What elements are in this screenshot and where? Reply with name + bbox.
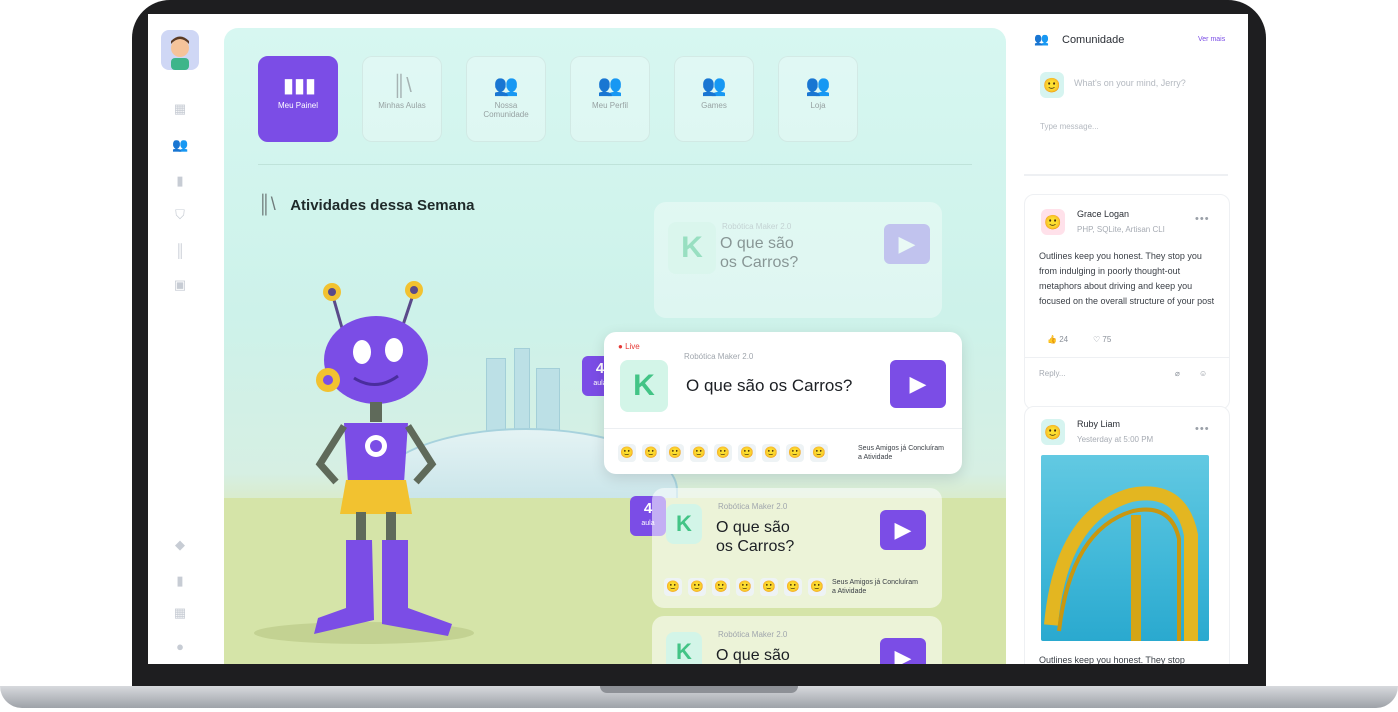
nav-meu-perfil[interactable]: 👥 Meu Perfil — [570, 56, 650, 142]
see-more-link[interactable]: Ver mais — [1198, 36, 1225, 43]
activity-card[interactable]: K Robótica Maker 2.0 O que são os Carros?… — [654, 202, 942, 318]
section-heading: ║\ Atividades dessa Semana — [258, 194, 475, 214]
nav-games[interactable]: 👥 Games — [674, 56, 754, 142]
bar-chart-icon[interactable]: ▮ — [172, 574, 188, 588]
composer-input[interactable]: What's on your mind, Jerry? — [1074, 78, 1186, 88]
play-button[interactable]: ▶ — [884, 224, 930, 264]
heart-count[interactable]: ♡ 75 — [1093, 335, 1111, 344]
more-options-icon[interactable]: ••• — [1195, 213, 1210, 225]
like-count[interactable]: 👍 24 — [1047, 335, 1068, 344]
post-card: 🙂 Ruby Liam Yesterday at 5:00 PM ••• Out… — [1024, 406, 1230, 664]
course-logo: K — [666, 632, 702, 664]
divider — [258, 164, 972, 165]
reply-input[interactable]: Reply... — [1039, 369, 1066, 378]
message-input[interactable]: Type message... — [1040, 122, 1099, 131]
thumbs-up-icon: 👍 — [1047, 335, 1057, 344]
main-panel: ▮▮▮ Meu Painel ║\ Minhas Aulas 👥 Nossa C… — [224, 28, 1006, 664]
language-flag-icon[interactable]: ● — [172, 640, 188, 654]
nav-loja[interactable]: 👥 Loja — [778, 56, 858, 142]
app-screen: ▦ 👥 ▮ ⛉ ║ ▣ ◆ ▮ ▦ ● ▮▮▮ Meu Painel ║\ Mi… — [148, 14, 1248, 664]
activity-card[interactable]: K Robótica Maker 2.0 O que são os Carros?… — [652, 488, 942, 608]
live-indicator: ● Live — [618, 342, 640, 351]
friend-avatars: 🙂 🙂 🙂 🙂 🙂 🙂 🙂 🙂 🙂 — [618, 444, 828, 462]
bar-chart-icon: ▮▮▮ — [283, 75, 317, 97]
community-panel: 👥 Comunidade Ver mais 🙂 What's on your m… — [1020, 14, 1248, 664]
users-icon: 👥 — [597, 75, 623, 97]
notification-icon[interactable]: ◆ — [172, 538, 188, 552]
nav-nossa-comunidade[interactable]: 👥 Nossa Comunidade — [466, 56, 546, 142]
attach-icon[interactable]: ⌀ — [1175, 369, 1180, 378]
grid-icon[interactable]: ▦ — [172, 606, 188, 620]
books-icon: ║\ — [258, 194, 276, 214]
course-logo: K — [666, 504, 702, 544]
grid-icon[interactable]: ▦ — [172, 102, 188, 116]
friend-avatars: 🙂 🙂 🙂 🙂 🙂 🙂 🙂 — [664, 578, 826, 596]
course-logo: K — [620, 360, 668, 412]
roller-coaster-photo — [1041, 455, 1209, 641]
nav-meu-painel[interactable]: ▮▮▮ Meu Painel — [258, 56, 338, 142]
shield-icon[interactable]: ⛉ — [172, 208, 188, 222]
users-icon: 👥 — [493, 75, 519, 97]
course-logo: K — [668, 222, 716, 274]
laptop-base — [0, 686, 1398, 708]
users-icon: 👥 — [805, 75, 831, 97]
users-icon: 👥 — [1034, 32, 1049, 46]
document-icon[interactable]: ▣ — [172, 278, 188, 292]
books-icon: ║\ — [392, 75, 412, 97]
play-button[interactable]: ▶ — [890, 360, 946, 408]
emoji-icon[interactable]: ☺ — [1199, 369, 1207, 378]
books-icon[interactable]: ║ — [172, 244, 188, 258]
robot-mascot — [314, 281, 452, 636]
live-activity-card[interactable]: ● Live K Robótica Maker 2.0 O que são os… — [604, 332, 962, 474]
users-icon[interactable]: 👥 — [172, 138, 188, 152]
more-options-icon[interactable]: ••• — [1195, 423, 1210, 435]
bar-chart-icon[interactable]: ▮ — [172, 174, 188, 188]
heart-icon: ♡ — [1093, 335, 1101, 344]
author-avatar: 🙂 — [1041, 209, 1065, 235]
users-icon: 👥 — [701, 75, 727, 97]
play-button[interactable]: ▶ — [880, 510, 926, 550]
icon-rail: ▦ 👥 ▮ ⛉ ║ ▣ ◆ ▮ ▦ ● — [148, 14, 218, 664]
play-button[interactable]: ▶ — [880, 638, 926, 664]
nav-minhas-aulas[interactable]: ║\ Minhas Aulas — [362, 56, 442, 142]
post-card: 🙂 Grace Logan PHP, SQLite, Artisan CLI •… — [1024, 194, 1230, 410]
composer-avatar: 🙂 — [1040, 72, 1064, 98]
user-avatar[interactable] — [161, 30, 199, 70]
activity-card[interactable]: K Robótica Maker 2.0 O que são ▶ — [652, 616, 942, 664]
author-avatar: 🙂 — [1041, 419, 1065, 445]
